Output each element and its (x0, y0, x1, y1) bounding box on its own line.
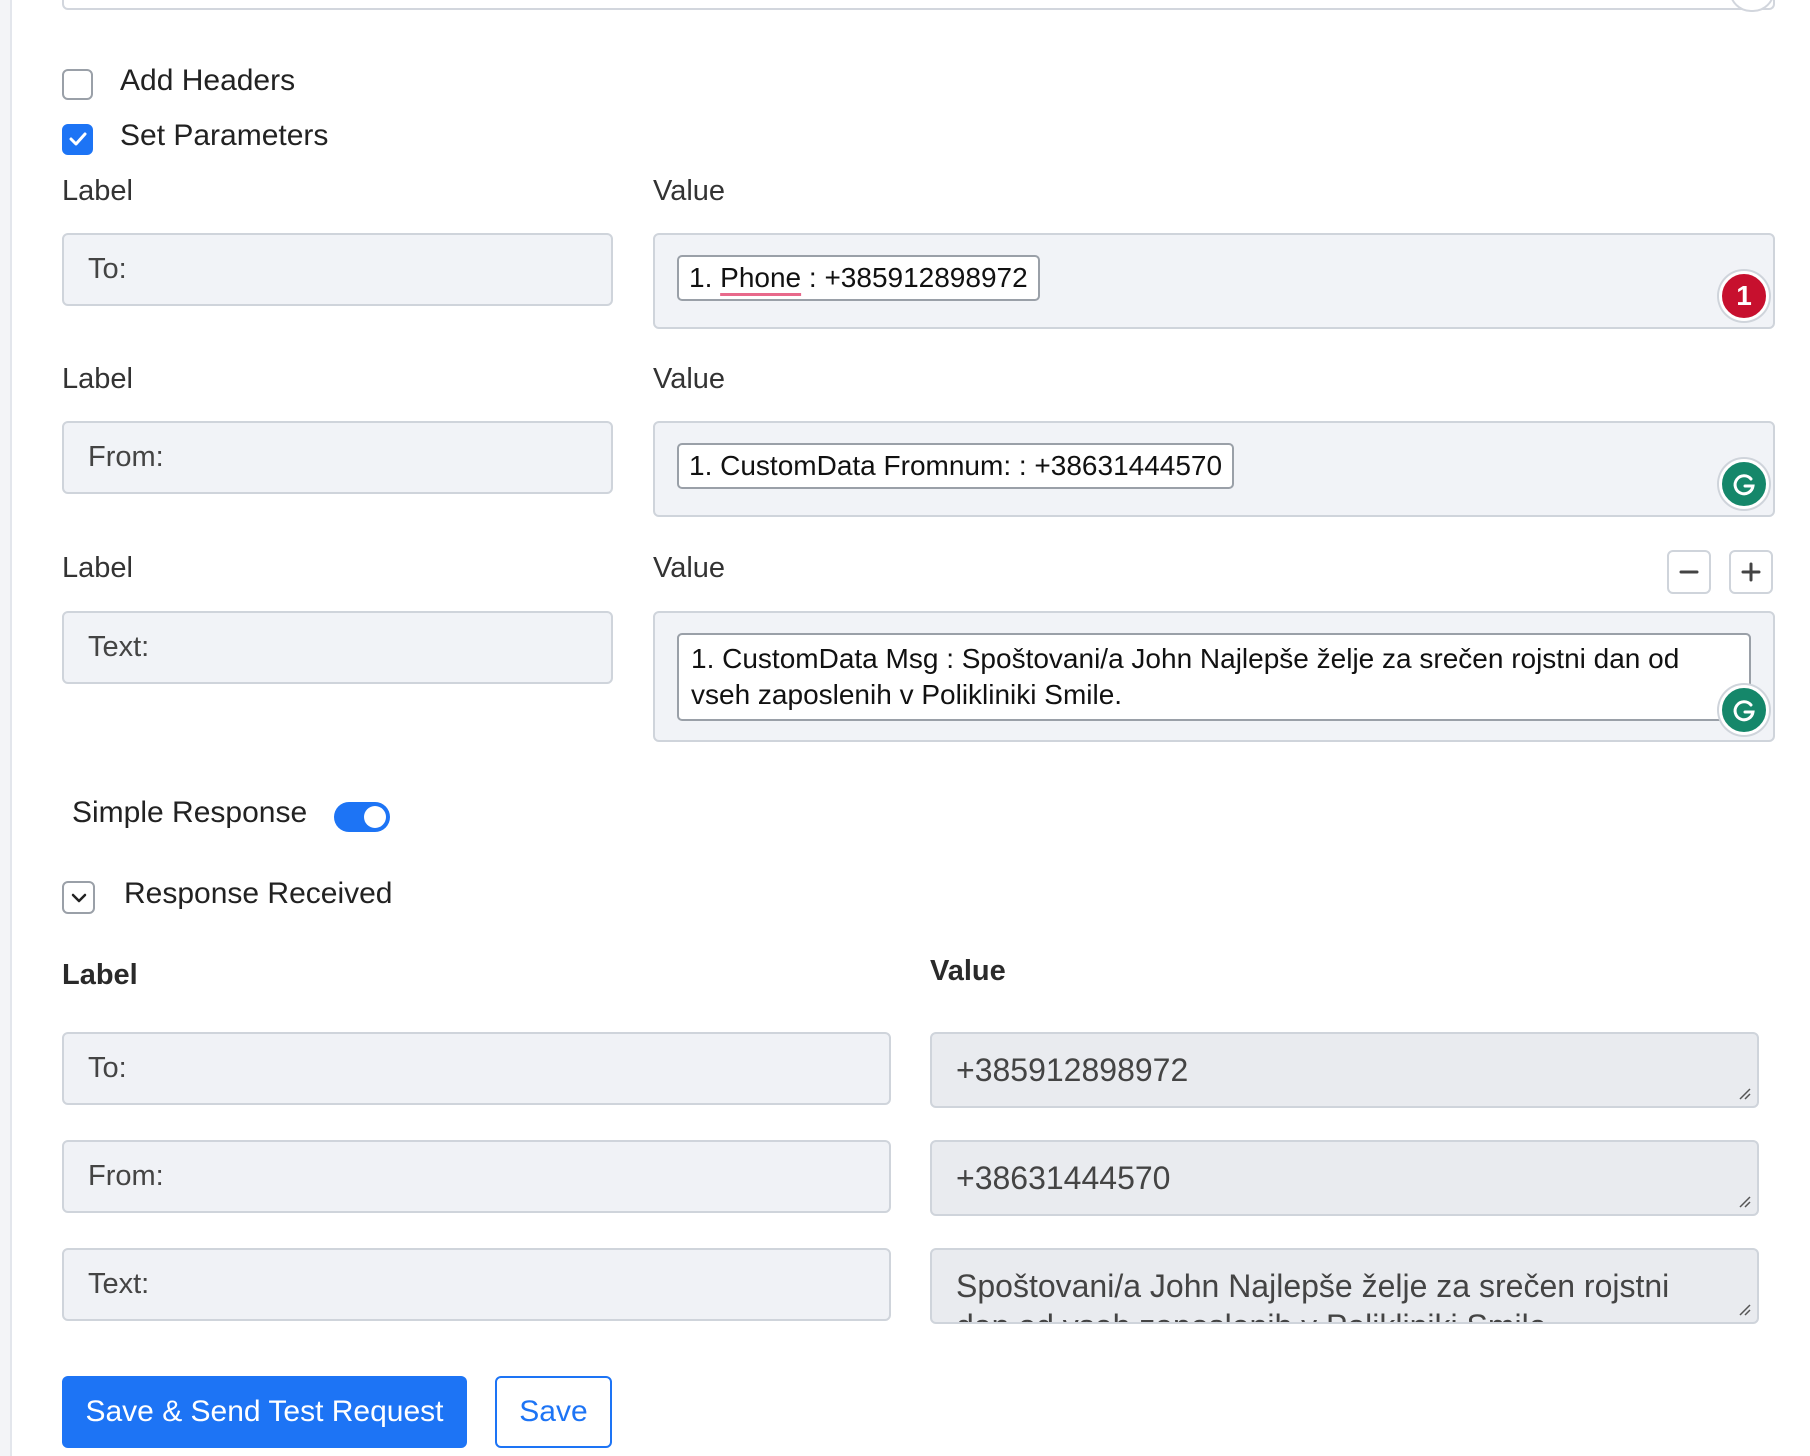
param-value-heading: Value (653, 175, 726, 207)
response-label-input[interactable]: Text: (62, 1248, 891, 1321)
param-label-input[interactable]: From: (62, 421, 613, 494)
response-label-input[interactable]: From: (62, 1140, 891, 1213)
param-label-heading: Label (62, 552, 133, 584)
param-value-heading: Value (653, 552, 726, 584)
param-label-heading: Label (62, 363, 133, 395)
chevron-down-icon (71, 893, 86, 902)
response-received-collapse-button[interactable] (62, 881, 95, 914)
response-value-textarea[interactable]: +385912898972 (930, 1032, 1759, 1108)
response-value-text: Spoštovani/a John Najlepše želje za sreč… (956, 1268, 1670, 1322)
grammarly-issues-badge[interactable]: 1 (1719, 271, 1769, 321)
param-label-input[interactable]: To: (62, 233, 613, 306)
param-value-token[interactable]: 1. CustomData Msg : Spoštovani/a John Na… (677, 633, 1751, 721)
previous-field[interactable] (62, 0, 1775, 12)
spellcheck-underline: Phone (720, 262, 802, 293)
remove-parameter-button[interactable] (1667, 550, 1711, 594)
response-value-heading: Value (930, 955, 1006, 987)
save-and-send-test-request-button[interactable]: Save & Send Test Request (62, 1376, 467, 1448)
param-value-token[interactable]: 1. CustomData Fromnum: : +38631444570 (677, 443, 1235, 489)
plus-icon (1741, 562, 1761, 582)
param-value-field[interactable]: 1. CustomData Msg : Spoštovani/a John Na… (653, 611, 1775, 742)
set-parameters-checkbox[interactable] (62, 124, 93, 155)
set-parameters-label: Set Parameters (120, 119, 329, 152)
response-value-text: +38631444570 (956, 1159, 1171, 1196)
simple-response-toggle[interactable] (334, 802, 390, 832)
grammarly-icon[interactable] (1719, 685, 1769, 735)
param-label-input[interactable]: Text: (62, 611, 613, 684)
resize-handle-icon[interactable] (1737, 1086, 1751, 1100)
response-value-textarea[interactable]: Spoštovani/a John Najlepše želje za sreč… (930, 1248, 1759, 1324)
add-parameter-button[interactable] (1729, 550, 1773, 594)
response-value-textarea[interactable]: +38631444570 (930, 1140, 1759, 1216)
param-value-token[interactable]: 1. Phone : +385912898972 (677, 255, 1040, 301)
save-button[interactable]: Save (495, 1376, 612, 1448)
check-icon (69, 132, 86, 146)
add-headers-label: Add Headers (120, 64, 296, 97)
param-value-field[interactable]: 1. Phone : +385912898972 1 (653, 233, 1775, 329)
response-value-text: +385912898972 (956, 1051, 1189, 1088)
resize-handle-icon[interactable] (1737, 1194, 1751, 1208)
grammarly-icon[interactable] (1719, 459, 1769, 509)
token-text: 1. CustomData Msg : Spoštovani/a John Na… (691, 643, 1680, 710)
response-received-label: Response Received (124, 877, 393, 910)
response-label-input[interactable]: To: (62, 1032, 891, 1105)
param-value-heading: Value (653, 363, 726, 395)
simple-response-label: Simple Response (72, 796, 308, 829)
grammarly-icon (1729, 0, 1775, 12)
minus-icon (1679, 570, 1699, 574)
token-text: 1. CustomData Fromnum: : +38631444570 (689, 450, 1223, 481)
response-label-heading: Label (62, 959, 138, 991)
resize-handle-icon[interactable] (1737, 1302, 1751, 1316)
param-value-field[interactable]: 1. CustomData Fromnum: : +38631444570 (653, 421, 1775, 517)
add-headers-checkbox[interactable] (62, 69, 93, 100)
left-panel-edge (0, 0, 12, 1456)
param-label-heading: Label (62, 175, 133, 207)
token-text: 1. Phone : +385912898972 (689, 262, 1028, 293)
